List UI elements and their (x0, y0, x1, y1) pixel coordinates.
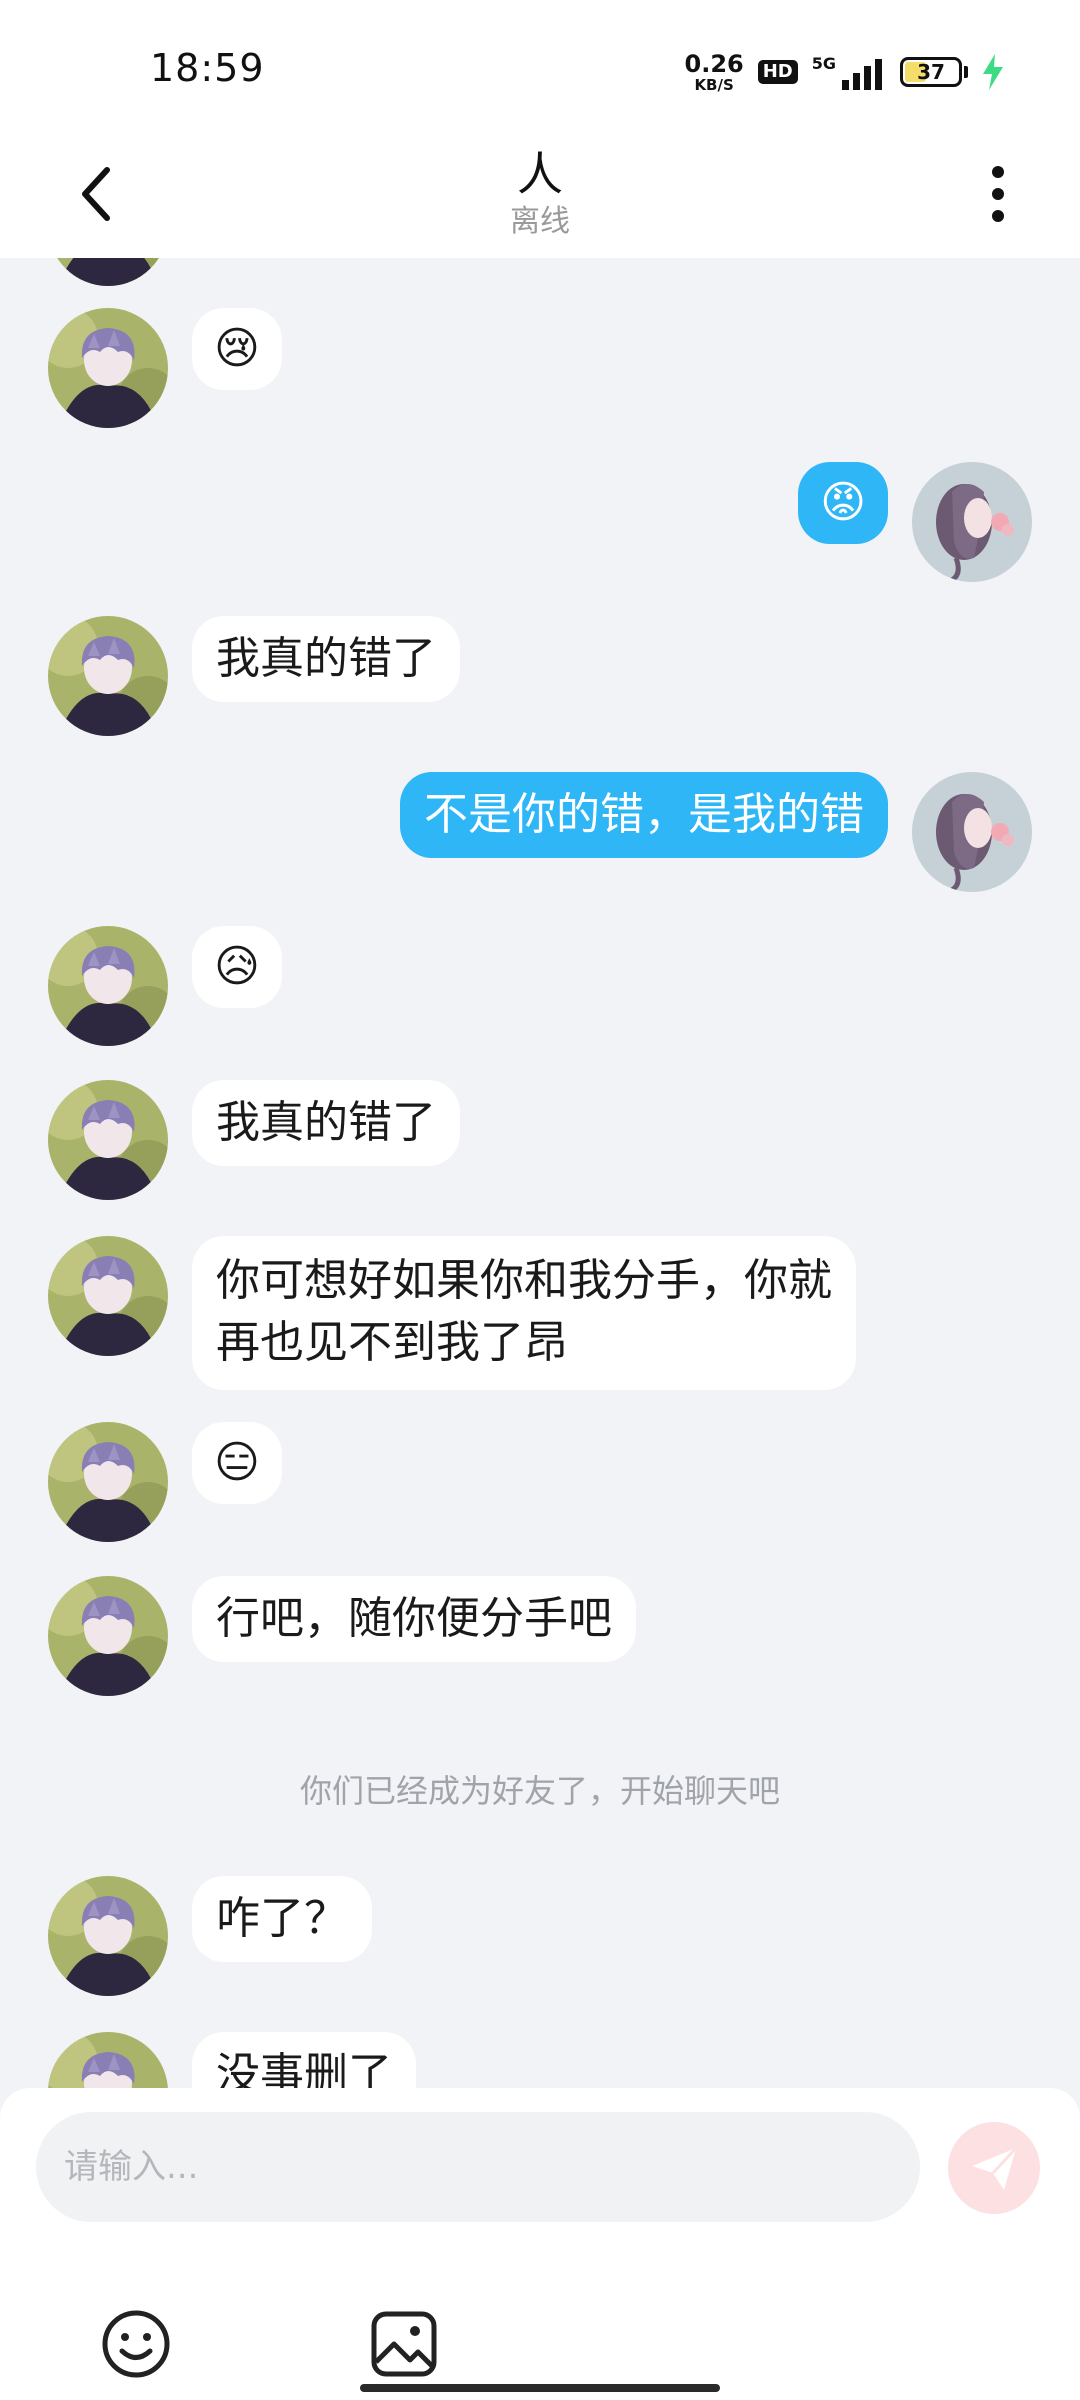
image-button[interactable] (364, 2304, 444, 2384)
avatar[interactable] (48, 1080, 168, 1200)
message-bubble[interactable]: 我真的错了 (192, 616, 460, 702)
message-composer (0, 2088, 1080, 2400)
message-bubble[interactable]: 咋了？ (192, 1876, 372, 1962)
battery-icon: 37 (900, 57, 968, 87)
avatar[interactable] (912, 772, 1032, 892)
chat-message-list[interactable]: 😢 😡 我真的错了 不是你的错，是我的错 😥 我真的错了 你可想好如果你和我分手… (0, 258, 1080, 2088)
message-bubble[interactable]: 你可想好如果你和我分手，你就 再也见不到我了昂 (192, 1236, 856, 1390)
avatar[interactable] (48, 1876, 168, 1996)
network-speed-value: 0.26 (684, 49, 744, 78)
message-bubble[interactable]: 😢 (192, 308, 282, 390)
emoji-button[interactable] (96, 2304, 176, 2384)
chat-header: 人 离线 (0, 130, 1080, 258)
message-bubble[interactable]: 行吧，随你便分手吧 (192, 1576, 636, 1662)
signal-icon: 5G (812, 54, 886, 90)
message-bubble[interactable]: 没事删了 (192, 2032, 416, 2088)
avatar[interactable] (48, 308, 168, 428)
message-input[interactable] (36, 2112, 920, 2222)
avatar[interactable] (48, 1422, 168, 1542)
send-icon (972, 2146, 1018, 2190)
more-vertical-icon (992, 188, 1004, 200)
avatar[interactable] (48, 2032, 168, 2088)
avatar[interactable] (48, 926, 168, 1046)
message-bubble[interactable]: 😥 (192, 926, 282, 1008)
message-bubble[interactable]: 😑 (192, 1422, 282, 1504)
message-bubble[interactable]: 我真的错了 (192, 1080, 460, 1166)
status-bar: 18:59 0.26 KB/S HD 5G 37 (0, 0, 1080, 130)
more-vertical-icon (992, 166, 1004, 178)
hd-icon: HD (757, 60, 798, 84)
message-bubble[interactable]: 不是你的错，是我的错 (400, 772, 888, 858)
send-button[interactable] (948, 2122, 1040, 2214)
network-speed: 0.26 KB/S (685, 52, 744, 93)
avatar[interactable] (48, 1236, 168, 1356)
avatar[interactable] (48, 616, 168, 736)
avatar[interactable] (912, 462, 1032, 582)
more-options-button[interactable] (968, 156, 1028, 232)
contact-name: 人 (517, 147, 563, 201)
system-notice: 你们已经成为好友了，开始聊天吧 (299, 1772, 780, 1810)
charging-icon (983, 54, 1003, 90)
more-vertical-icon (992, 210, 1004, 222)
avatar[interactable] (48, 1576, 168, 1696)
battery-tip (964, 66, 968, 78)
message-bubble[interactable]: 😡 (798, 462, 888, 544)
network-speed-unit: KB/S (694, 75, 734, 94)
image-icon (371, 2311, 437, 2377)
status-icons: 0.26 KB/S HD 5G 37 (685, 50, 1005, 94)
contact-status: 离线 (510, 204, 570, 239)
signal-label: 5G (811, 54, 836, 73)
battery-indicator: 37 (900, 57, 962, 87)
home-indicator[interactable] (360, 2384, 720, 2392)
battery-level: 37 (917, 60, 945, 84)
avatar[interactable] (48, 258, 168, 286)
status-time: 18:59 (150, 46, 265, 90)
emoji-icon (102, 2310, 170, 2378)
